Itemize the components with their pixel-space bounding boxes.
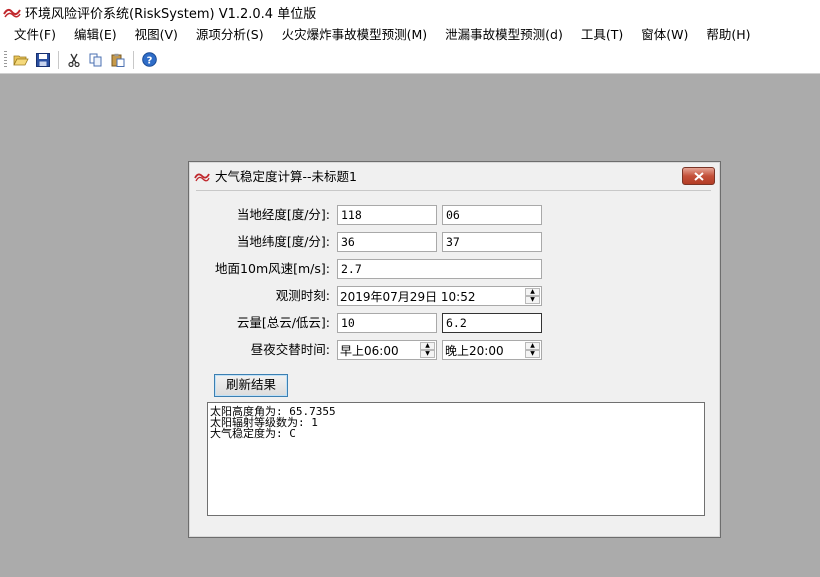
dialog-close-button[interactable] — [682, 167, 715, 185]
evening-time-spinner[interactable]: ▲ ▼ — [525, 342, 540, 358]
save-icon — [36, 52, 50, 67]
menu-file[interactable]: 文件(F) — [0, 24, 65, 46]
latitude-minute-input[interactable]: 37 — [442, 232, 542, 252]
wind-speed-input[interactable]: 2.7 — [337, 259, 542, 279]
observation-time-spinner[interactable]: ▲ ▼ — [525, 288, 540, 304]
longitude-minute-input[interactable]: 06 — [442, 205, 542, 225]
paste-button[interactable] — [108, 50, 128, 70]
menu-edit[interactable]: 编辑(E) — [65, 24, 126, 46]
morning-time-picker[interactable]: 早上06:00 ▲ ▼ — [337, 340, 437, 360]
cloud-cover-label: 云量[总云/低云]: — [236, 315, 330, 330]
help-icon: ? — [141, 52, 157, 67]
svg-text:?: ? — [146, 55, 152, 66]
open-icon — [13, 55, 29, 65]
spin-down-icon[interactable]: ▼ — [420, 350, 435, 358]
morning-time-value: 早上06:00 — [340, 344, 399, 358]
menu-help[interactable]: 帮助(H) — [697, 24, 759, 46]
spin-up-icon[interactable]: ▲ — [525, 342, 540, 350]
dialog-titlebar[interactable]: 大气稳定度计算--未标题1 — [189, 162, 720, 189]
menu-window[interactable]: 窗体(W) — [632, 24, 697, 46]
toolbar-separator — [58, 50, 59, 69]
latitude-label: 当地纬度[度/分]: — [236, 234, 330, 249]
refresh-results-button[interactable]: 刷新结果 — [214, 374, 288, 397]
toolbar-grip[interactable] — [4, 50, 7, 69]
low-cloud-input[interactable]: 6.2 — [442, 313, 542, 333]
toolbar-separator — [133, 50, 134, 69]
spin-up-icon[interactable]: ▲ — [525, 288, 540, 296]
observation-time-value: 2019年07月29日 10:52 — [340, 290, 476, 304]
app-title: 环境风险评价系统(RiskSystem) V1.2.0.4 单位版 — [25, 6, 317, 22]
close-icon — [693, 171, 704, 181]
spin-down-icon[interactable]: ▼ — [525, 350, 540, 358]
morning-time-spinner[interactable]: ▲ ▼ — [420, 342, 435, 358]
dialog-title: 大气稳定度计算--未标题1 — [215, 169, 357, 184]
app-titlebar: 环境风险评价系统(RiskSystem) V1.2.0.4 单位版 — [0, 0, 820, 24]
wind-speed-label: 地面10m风速[m/s]: — [215, 261, 330, 276]
menu-source-analysis[interactable]: 源项分析(S) — [187, 24, 273, 46]
open-button[interactable] — [11, 50, 31, 70]
copy-button[interactable] — [86, 50, 106, 70]
menu-fire-explosion-model[interactable]: 火灾爆炸事故模型预测(M) — [273, 24, 437, 46]
cut-icon — [68, 53, 80, 67]
help-button[interactable]: ? — [139, 50, 159, 70]
longitude-label: 当地经度[度/分]: — [236, 207, 330, 222]
observation-time-label: 观测时刻: — [275, 288, 330, 303]
day-night-label: 昼夜交替时间: — [250, 342, 330, 357]
spin-up-icon[interactable]: ▲ — [420, 342, 435, 350]
menu-tools[interactable]: 工具(T) — [572, 24, 632, 46]
observation-time-picker[interactable]: 2019年07月29日 10:52 ▲ ▼ — [337, 286, 542, 306]
menu-view[interactable]: 视图(V) — [126, 24, 187, 46]
copy-icon — [89, 53, 102, 66]
atmospheric-stability-dialog: 大气稳定度计算--未标题1 当地经度[度/分]: 118 06 当地纬度[度/分… — [188, 161, 721, 538]
cut-button[interactable] — [64, 50, 84, 70]
dialog-logo-icon — [194, 173, 210, 181]
evening-time-value: 晚上20:00 — [445, 344, 504, 358]
latitude-degree-input[interactable]: 36 — [337, 232, 437, 252]
save-button[interactable] — [33, 50, 53, 70]
evening-time-picker[interactable]: 晚上20:00 ▲ ▼ — [442, 340, 542, 360]
toolbar: ? — [0, 46, 820, 74]
result-line: 大气稳定度为: C — [210, 427, 296, 440]
total-cloud-input[interactable]: 10 — [337, 313, 437, 333]
menu-bar: 文件(F) 编辑(E) 视图(V) 源项分析(S) 火灾爆炸事故模型预测(M) … — [0, 24, 820, 46]
dialog-body: 当地经度[度/分]: 118 06 当地纬度[度/分]: 36 37 地面10m… — [196, 190, 711, 531]
spin-down-icon[interactable]: ▼ — [525, 296, 540, 304]
app-logo-icon — [3, 8, 21, 18]
results-textarea[interactable]: 太阳高度角为: 65.7355 太阳辐射等级数为: 1 大气稳定度为: C — [207, 402, 705, 516]
menu-leak-model[interactable]: 泄漏事故模型预测(d) — [436, 24, 572, 46]
longitude-degree-input[interactable]: 118 — [337, 205, 437, 225]
paste-icon — [111, 53, 125, 67]
